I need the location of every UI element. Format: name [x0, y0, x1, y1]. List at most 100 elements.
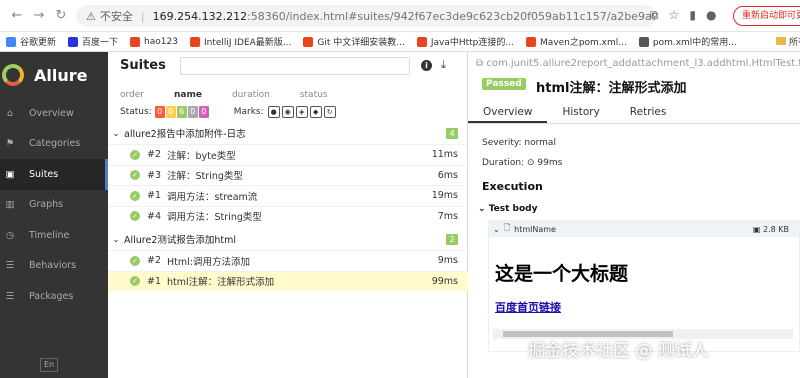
severity: Severity: normal	[482, 138, 556, 148]
new-passed-mark-icon[interactable]: ◆	[309, 106, 322, 118]
browser-toolbar: ← → ↻ ⚠ 不安全 | 169.254.132.212 :58360/ind…	[0, 0, 800, 32]
status-filter: Status: 00600 Marks: ● ◉ ◈ ◆ ↻	[120, 106, 338, 118]
flaky-mark-icon[interactable]: ●	[267, 106, 280, 118]
reload-icon[interactable]: ↻	[50, 8, 72, 23]
tab-history[interactable]: History	[547, 100, 614, 123]
test-body-toggle[interactable]: ⌄ Test body	[478, 204, 537, 214]
folder-icon	[776, 37, 786, 45]
test-detail-pane: ⧉ com.junit5.allure2report_addattachment…	[468, 52, 800, 378]
allure-logo-icon	[2, 64, 24, 86]
sidebar-item-graphs[interactable]: ▥ Graphs	[0, 190, 108, 221]
passed-check-icon: ✓	[130, 149, 140, 160]
sort-duration[interactable]: duration	[232, 90, 270, 100]
forward-icon[interactable]: →	[28, 8, 50, 23]
status-label: Status:	[120, 107, 152, 117]
new-broken-mark-icon[interactable]: ◈	[295, 106, 308, 118]
sort-status[interactable]: status	[300, 90, 328, 100]
bookmarks-folder[interactable]: 所有	[776, 35, 800, 48]
bookmark-item[interactable]: Git 中文详细安装教...	[303, 35, 405, 48]
bookmark-icon	[416, 36, 427, 47]
sort-order[interactable]: order	[120, 90, 144, 100]
bookmark-item[interactable]: 百度一下	[68, 35, 118, 48]
copy-icon[interactable]: ⧉	[476, 58, 483, 69]
passed-check-icon: ✓	[130, 211, 140, 221]
url-path: :58360/index.html#suites/942f67ec3de9c62…	[247, 9, 656, 23]
duration: Duration: ⊙ 99ms	[482, 158, 563, 168]
status-badge: Passed	[482, 78, 526, 90]
star-icon[interactable]: ☆	[669, 8, 680, 23]
save-icon[interactable]: ▣	[753, 225, 761, 234]
attachment-size: ▣ 2.8 KB	[752, 224, 789, 234]
status-badge-toggle[interactable]: 0	[187, 106, 198, 118]
bookmark-item[interactable]: IntelliJ IDEA最新版...	[189, 35, 291, 48]
allure-logo[interactable]: Allure	[0, 52, 108, 98]
sort-name[interactable]: name	[174, 90, 202, 100]
back-icon[interactable]: ←	[6, 8, 28, 23]
filter-input[interactable]	[180, 57, 410, 75]
test-row[interactable]: ✓ #3 注解：String类型 6ms	[108, 164, 468, 185]
passed-check-icon: ✓	[130, 255, 140, 266]
info-icon[interactable]: i	[421, 60, 432, 71]
attachment-header[interactable]: ⌄ 🗋 htmlName ▣ 2.8 KB	[489, 221, 799, 237]
url-host: 169.254.132.212	[152, 9, 248, 23]
test-row[interactable]: ✓ #4 调用方法：String类型 7ms	[108, 205, 468, 226]
suite-group[interactable]: ⌄ Allure2测试报告添加html 2	[108, 230, 468, 248]
watermark: 掘金技术社区 @ 测试人	[528, 341, 709, 361]
new-failed-mark-icon[interactable]: ◉	[281, 106, 294, 118]
status-badge-toggle[interactable]: 6	[176, 106, 187, 118]
restart-update-button[interactable]: 重新启动即可更新	[733, 6, 800, 26]
bookmark-icon	[303, 36, 314, 47]
bookmark-item[interactable]: Maven之pom.xml...	[525, 35, 627, 48]
chevron-down-icon: ⌄	[112, 234, 120, 244]
bookmark-item[interactable]: pom.xml中的常用...	[638, 35, 737, 48]
bookmark-item[interactable]: 谷歌更新	[6, 35, 56, 48]
share-icon[interactable]: ⧉	[650, 8, 659, 23]
home-icon: ⌂	[6, 107, 14, 119]
status-badge-toggle[interactable]: 0	[198, 106, 209, 118]
flag-icon: ⚑	[5, 138, 15, 150]
bookmark-item[interactable]: Java中Http连接的...	[416, 35, 514, 48]
profile-icon[interactable]: ●	[706, 8, 716, 23]
sidebar-item-overview[interactable]: ⌂ Overview	[0, 98, 108, 129]
sidebar-toggle-icon[interactable]: ▮	[689, 8, 696, 23]
sidebar-item-behaviors[interactable]: ☰ Behaviors	[0, 251, 108, 282]
sidebar-item-categories[interactable]: ⚑ Categories	[0, 129, 108, 160]
bookmarks-bar: 谷歌更新 百度一下 hao123 IntelliJ IDEA最新版... Git 中文详…	[0, 32, 800, 52]
list-icon: ☰	[5, 260, 15, 272]
test-row[interactable]: ✓ #2 Html:调用方法添加 9ms	[108, 250, 468, 270]
suite-count: 2	[446, 233, 458, 245]
clock-icon: ◷	[5, 229, 15, 241]
sidebar-item-packages[interactable]: ☰ Packages	[0, 281, 108, 312]
status-badge-toggle[interactable]: 0	[165, 106, 176, 118]
retries-mark-icon[interactable]: ↻	[323, 106, 336, 118]
address-bar[interactable]: ⚠ 不安全 | 169.254.132.212 :58360/index.htm…	[76, 5, 656, 27]
passed-check-icon: ✓	[130, 190, 140, 201]
passed-check-icon: ✓	[130, 170, 140, 180]
bookmark-icon	[525, 36, 536, 47]
tab-retries[interactable]: Retries	[615, 100, 682, 123]
suite-group[interactable]: ⌄ allure2报告中添加附件-日志 4	[108, 124, 468, 142]
detail-tabs: Overview History Retries	[468, 100, 800, 124]
file-icon: 🗋	[503, 223, 511, 232]
bar-chart-icon: ▥	[5, 199, 15, 211]
test-row[interactable]: ✓ #2 注解：byte类型 11ms	[108, 144, 468, 164]
bookmark-icon	[638, 36, 649, 47]
tab-overview[interactable]: Overview	[468, 100, 548, 123]
allure-sidebar: Allure ⌂ Overview ⚑ Categories ▣ Suites ▥ Graph…	[0, 52, 108, 378]
sidebar-item-timeline[interactable]: ◷ Timeline	[0, 220, 108, 251]
html-link[interactable]: 百度首页链接	[495, 299, 561, 315]
language-button[interactable]: En	[40, 358, 58, 372]
status-badge-toggle[interactable]: 0	[154, 106, 165, 118]
download-icon[interactable]: ⤓	[441, 58, 446, 72]
bookmark-item[interactable]: hao123	[130, 36, 178, 47]
sidebar-item-suites[interactable]: ▣ Suites	[0, 159, 108, 190]
test-row[interactable]: ✓ #1 调用方法：stream流 19ms	[108, 185, 468, 205]
bookmark-icon	[130, 36, 141, 47]
briefcase-icon: ▣	[5, 168, 15, 180]
test-row[interactable]: ✓ #1 html注解：注解形式添加 99ms	[108, 270, 468, 291]
suites-title: Suites	[120, 58, 166, 73]
chevron-down-icon: ⌄	[493, 224, 500, 234]
warning-icon: ⚠	[86, 9, 96, 23]
attachment: ⌄ 🗋 htmlName ▣ 2.8 KB 这是一个大标题 百度首页链接	[488, 220, 800, 352]
suites-pane: Suites i ⤓ order name duration status St…	[108, 52, 468, 378]
